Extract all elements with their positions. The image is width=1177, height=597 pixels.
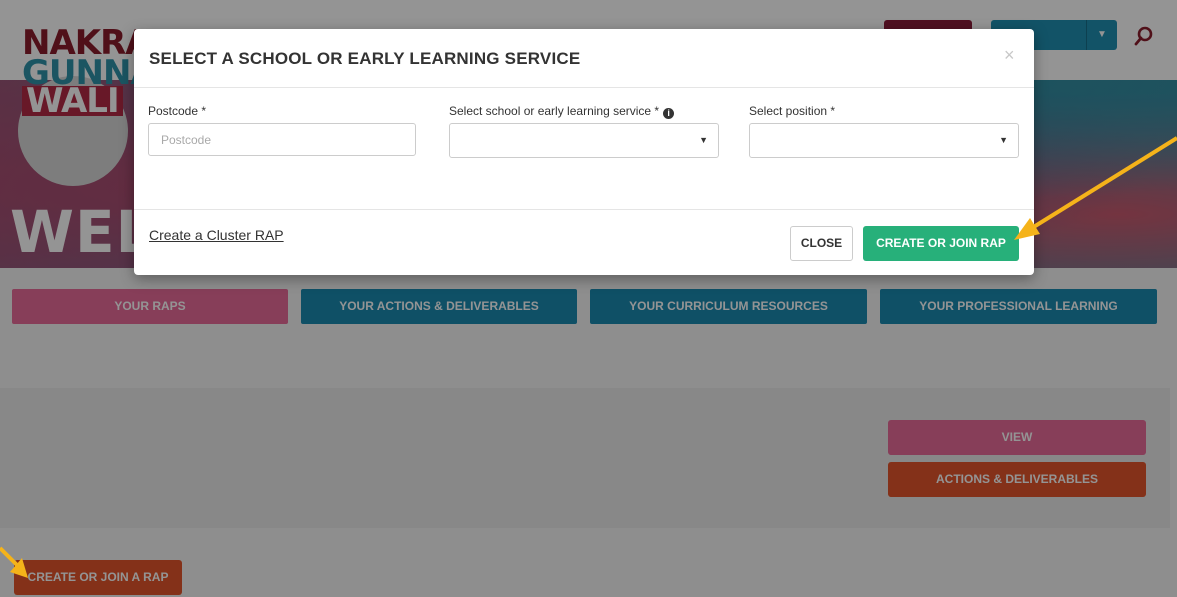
caret-down-icon: ▼ xyxy=(699,135,708,145)
school-select[interactable]: ▼ xyxy=(449,123,719,158)
create-cluster-rap-link[interactable]: Create a Cluster RAP xyxy=(149,227,284,243)
modal-header: SELECT A SCHOOL OR EARLY LEARNING SERVIC… xyxy=(134,29,1034,88)
modal-title: SELECT A SCHOOL OR EARLY LEARNING SERVIC… xyxy=(149,49,581,68)
position-label: Select position * xyxy=(749,104,836,118)
postcode-label: Postcode * xyxy=(148,104,207,118)
school-label-text: Select school or early learning service … xyxy=(449,104,660,118)
close-icon[interactable]: × xyxy=(1004,45,1015,66)
info-icon[interactable]: i xyxy=(663,108,675,119)
caret-down-icon: ▼ xyxy=(999,135,1008,145)
close-button[interactable]: CLOSE xyxy=(790,226,853,261)
school-label: Select school or early learning service … xyxy=(449,104,675,119)
postcode-input[interactable] xyxy=(148,123,416,156)
position-select[interactable]: ▼ xyxy=(749,123,1019,158)
modal-footer: Create a Cluster RAP CLOSE CREATE OR JOI… xyxy=(134,209,1034,276)
select-school-modal: SELECT A SCHOOL OR EARLY LEARNING SERVIC… xyxy=(134,29,1034,275)
create-or-join-rap-button[interactable]: CREATE OR JOIN RAP xyxy=(863,226,1019,261)
